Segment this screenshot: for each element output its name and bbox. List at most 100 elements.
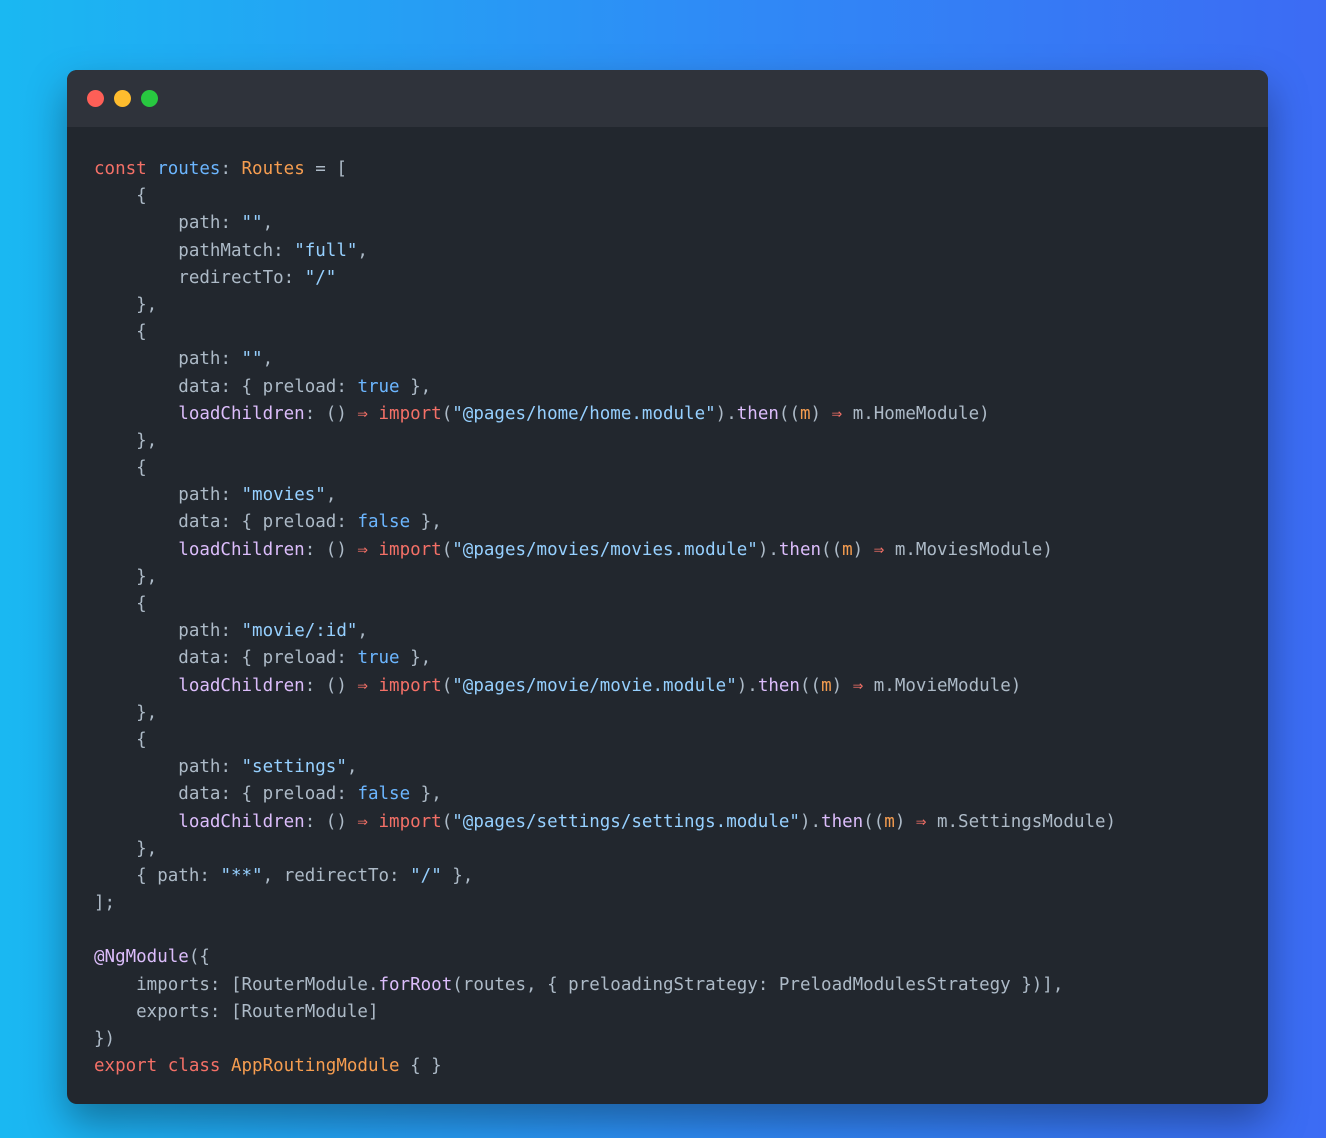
code-token: ( bbox=[441, 811, 453, 832]
code-line: imports: [RouterModule.forRoot(routes, {… bbox=[94, 972, 1258, 999]
code-line: data: { preload: true }, bbox=[94, 374, 1258, 401]
code-line: path: "", bbox=[94, 346, 1258, 373]
code-token: m.MovieModule) bbox=[863, 675, 1022, 696]
code-token: , bbox=[262, 349, 274, 370]
code-token: ). bbox=[757, 539, 779, 560]
code-token: }, bbox=[441, 865, 474, 886]
code-token: (( bbox=[799, 675, 822, 696]
code-line: data: { preload: false }, bbox=[94, 509, 1258, 536]
code-token: import bbox=[378, 811, 442, 832]
code-token: import bbox=[378, 539, 442, 560]
code-line: }, bbox=[94, 292, 1258, 319]
code-token: "" bbox=[241, 213, 263, 234]
code-token: : bbox=[336, 784, 358, 805]
code-token: data bbox=[94, 784, 221, 805]
code-token: preload bbox=[262, 784, 337, 805]
code-token: : () bbox=[304, 403, 358, 424]
code-token: false bbox=[357, 512, 411, 533]
code-token: : { bbox=[220, 376, 263, 397]
code-token: class bbox=[167, 1056, 231, 1077]
code-token: path bbox=[94, 349, 221, 370]
code-window: const routes: Routes = [ { path: "", pat… bbox=[67, 70, 1268, 1104]
code-token: data bbox=[94, 648, 221, 669]
code-token: "" bbox=[241, 349, 263, 370]
minimize-window-button[interactable] bbox=[114, 90, 131, 107]
code-token: { } bbox=[399, 1056, 442, 1077]
code-token: m.MoviesModule) bbox=[884, 539, 1053, 560]
code-token: : bbox=[220, 159, 242, 179]
code-token: : bbox=[220, 213, 242, 234]
code-token: "movies" bbox=[241, 485, 326, 506]
code-token: : { bbox=[220, 648, 263, 669]
code-token: "**" bbox=[220, 865, 263, 886]
code-token: : PreloadModulesStrategy })], bbox=[757, 974, 1064, 995]
code-token: }, bbox=[399, 648, 432, 669]
code-token: Routes bbox=[241, 159, 305, 179]
code-line: export class AppRoutingModule { } bbox=[94, 1053, 1258, 1080]
code-token: ({ bbox=[188, 947, 210, 968]
code-token: "settings" bbox=[241, 757, 347, 778]
code-token: m.HomeModule) bbox=[842, 403, 990, 424]
code-token: data bbox=[94, 512, 221, 533]
code-token: "@pages/movie/movie.module" bbox=[452, 675, 737, 696]
code-line: }, bbox=[94, 836, 1258, 863]
code-token: m bbox=[821, 675, 832, 696]
code-token: @NgModule bbox=[94, 947, 189, 968]
code-token: ) bbox=[810, 403, 832, 424]
code-token: ) bbox=[894, 811, 916, 832]
code-token: "@pages/settings/settings.module" bbox=[452, 811, 800, 832]
code-token: ). bbox=[715, 403, 737, 424]
code-token: : bbox=[336, 512, 358, 533]
code-line: { bbox=[94, 455, 1258, 482]
code-line: }) bbox=[94, 1026, 1258, 1053]
code-token: preload bbox=[262, 648, 337, 669]
code-token: then bbox=[778, 539, 822, 560]
code-line: }, bbox=[94, 428, 1258, 455]
close-window-button[interactable] bbox=[87, 90, 104, 107]
code-token: import bbox=[378, 675, 442, 696]
code-line: { bbox=[94, 183, 1258, 210]
code-token: path bbox=[94, 213, 221, 234]
code-line: loadChildren: () ⇒ import("@pages/movies… bbox=[94, 537, 1258, 564]
code-token: const bbox=[94, 159, 158, 179]
code-token: routes bbox=[157, 159, 221, 179]
code-line: data: { preload: true }, bbox=[94, 645, 1258, 672]
code-token: : { bbox=[220, 784, 263, 805]
code-line: ]; bbox=[94, 890, 1258, 917]
code-line: @NgModule({ bbox=[94, 944, 1258, 971]
code-token: }, bbox=[94, 294, 158, 315]
code-token: }, bbox=[399, 376, 432, 397]
code-token: : bbox=[336, 648, 358, 669]
code-token: ⇒ bbox=[357, 403, 368, 424]
code-line: pathMatch: "full", bbox=[94, 238, 1258, 265]
code-line: redirectTo: "/" bbox=[94, 265, 1258, 292]
code-block: const routes: Routes = [ { path: "", pat… bbox=[94, 156, 1258, 1080]
code-token: ). bbox=[799, 811, 822, 832]
maximize-window-button[interactable] bbox=[141, 90, 158, 107]
code-line: { bbox=[94, 727, 1258, 754]
code-line: loadChildren: () ⇒ import("@pages/settin… bbox=[94, 809, 1258, 836]
code-token: import bbox=[378, 403, 442, 424]
code-token: m bbox=[884, 811, 895, 832]
code-token: ⇒ bbox=[873, 539, 885, 560]
code-token: ) bbox=[852, 539, 874, 560]
code-token: { bbox=[94, 594, 147, 614]
code-token: }, bbox=[410, 784, 442, 805]
code-token: then bbox=[757, 675, 800, 696]
code-token: , bbox=[262, 865, 284, 886]
code-token: ( bbox=[441, 539, 453, 560]
code-token: ⇒ bbox=[852, 675, 864, 696]
code-line: exports: [RouterModule] bbox=[94, 999, 1258, 1026]
code-token: AppRoutingModule bbox=[230, 1056, 400, 1077]
code-token: }, bbox=[410, 512, 442, 533]
code-token: { bbox=[94, 186, 147, 207]
code-token: true bbox=[357, 376, 400, 397]
code-token: (( bbox=[863, 811, 885, 832]
code-token: { bbox=[94, 865, 158, 886]
code-line: { path: "**", redirectTo: "/" }, bbox=[94, 863, 1258, 890]
code-token: : bbox=[336, 376, 358, 397]
